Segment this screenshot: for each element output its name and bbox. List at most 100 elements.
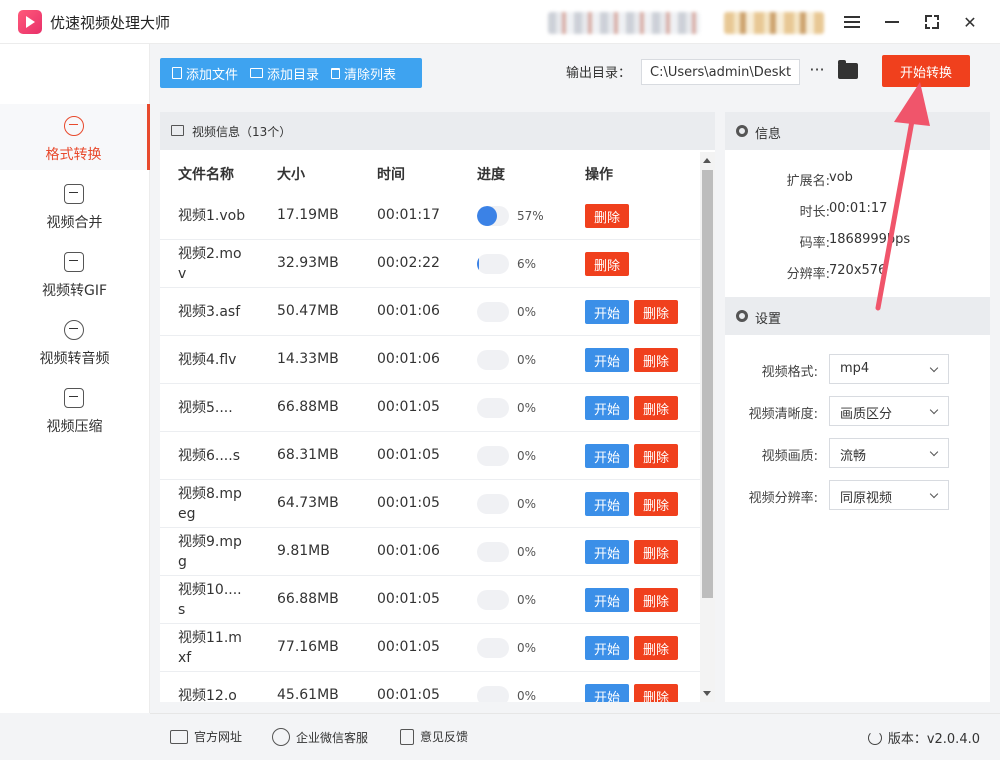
maximize-icon[interactable]: [920, 10, 944, 34]
scrollbar-thumb[interactable]: [702, 170, 713, 598]
output-dir-input[interactable]: [641, 59, 800, 85]
delete-button[interactable]: 删除: [634, 588, 678, 612]
table-row[interactable]: 视频9.mpg 9.81MB 00:01:06 0% 开始 删除: [160, 528, 700, 576]
table-row[interactable]: 视频3.asf 50.47MB 00:01:06 0% 开始 删除: [160, 288, 700, 336]
info-header: 信息: [725, 112, 990, 150]
resolution-select[interactable]: 同原视频: [829, 480, 949, 510]
clarity-select[interactable]: 画质区分: [829, 396, 949, 426]
progress-bar: [477, 254, 509, 274]
file-name: 视频2.mov: [178, 246, 242, 282]
compress-icon: [64, 388, 84, 408]
file-duration: 00:01:05: [377, 447, 440, 463]
chevron-down-icon: [929, 489, 939, 499]
chevron-down-icon: [929, 405, 939, 415]
start-button[interactable]: 开始: [585, 684, 629, 702]
delete-button[interactable]: 删除: [585, 204, 629, 228]
quality-label: 视频画质:: [761, 449, 818, 464]
table-row[interactable]: 视频4.flv 14.33MB 00:01:06 0% 开始 删除: [160, 336, 700, 384]
feedback-label: 意见反馈: [420, 730, 469, 744]
file-icon: [172, 67, 182, 79]
sidebar-item-merge[interactable]: 视频合并: [0, 172, 149, 238]
start-button[interactable]: 开始: [585, 348, 629, 372]
file-duration: 00:02:22: [377, 255, 440, 271]
file-duration: 00:01:05: [377, 399, 440, 415]
user-account-blurred[interactable]: [548, 12, 700, 34]
start-button[interactable]: 开始: [585, 492, 629, 516]
delete-button[interactable]: 删除: [634, 636, 678, 660]
start-button[interactable]: 开始: [585, 444, 629, 468]
quality-select[interactable]: 流畅: [829, 438, 949, 468]
delete-button[interactable]: 删除: [634, 396, 678, 420]
file-size: 9.81MB: [277, 543, 330, 559]
file-size: 66.88MB: [277, 399, 339, 415]
minimize-icon[interactable]: [880, 10, 904, 34]
start-button[interactable]: 开始: [585, 588, 629, 612]
sidebar-item-label: 视频转音频: [39, 351, 110, 367]
start-button[interactable]: 开始: [585, 300, 629, 324]
delete-button[interactable]: 删除: [634, 684, 678, 702]
sidebar-item-label: 格式转换: [45, 147, 102, 163]
table-row[interactable]: 视频1.vob 17.19MB 00:01:17 57% 删除: [160, 192, 700, 240]
table-row[interactable]: 视频8.mpeg 64.73MB 00:01:05 0% 开始 删除: [160, 480, 700, 528]
delete-button[interactable]: 删除: [634, 540, 678, 564]
sidebar-item-format-convert[interactable]: 格式转换: [0, 104, 150, 170]
open-folder-icon[interactable]: [838, 60, 858, 79]
start-button[interactable]: 开始: [585, 396, 629, 420]
progress-percent: 6%: [517, 257, 537, 271]
sidebar-item-label: 视频转GIF: [41, 283, 108, 299]
wechat-icon: [272, 728, 290, 746]
delete-button[interactable]: 删除: [634, 300, 678, 324]
table-row[interactable]: 视频11.mxf 77.16MB 00:01:05 0% 开始 删除: [160, 624, 700, 672]
user-vip-blurred[interactable]: [724, 12, 824, 34]
image-icon: [171, 125, 184, 136]
file-name: 视频11.mxf: [178, 630, 242, 666]
sidebar-item-compress[interactable]: 视频压缩: [0, 376, 149, 442]
start-button[interactable]: 开始: [585, 540, 629, 564]
progress-percent: 0%: [517, 353, 537, 367]
gear-icon: [736, 125, 748, 137]
delete-button[interactable]: 删除: [634, 444, 678, 468]
table-row[interactable]: 视频12.o 45.61MB 00:01:05 0% 开始 删除: [160, 672, 700, 702]
wechat-service-link[interactable]: 企业微信客服: [272, 728, 368, 746]
progress-bar: [477, 446, 509, 466]
scroll-down-icon[interactable]: [703, 691, 711, 696]
chevron-down-icon: [929, 447, 939, 457]
delete-button[interactable]: 删除: [634, 348, 678, 372]
sidebar-item-audio[interactable]: 视频转音频: [0, 308, 149, 374]
file-duration: 00:01:05: [377, 591, 440, 607]
feedback-link[interactable]: 意见反馈: [400, 728, 468, 745]
delete-button[interactable]: 删除: [585, 252, 629, 276]
table-row[interactable]: 视频5.... 66.88MB 00:01:05 0% 开始 删除: [160, 384, 700, 432]
browse-more-button[interactable]: ···: [808, 59, 826, 85]
format-select[interactable]: mp4: [829, 354, 949, 384]
table-row[interactable]: 视频2.mov 32.93MB 00:02:22 6% 删除: [160, 240, 700, 288]
resolution-value: 720x576: [829, 263, 887, 278]
progress-fill: [477, 254, 479, 274]
progress-bar: [477, 638, 509, 658]
add-directory-button[interactable]: 添加目录: [244, 58, 325, 88]
table-row[interactable]: 视频10....s 66.88MB 00:01:05 0% 开始 删除: [160, 576, 700, 624]
clear-list-button[interactable]: 清除列表: [325, 58, 402, 88]
scroll-up-icon[interactable]: [703, 158, 711, 163]
video-list-panel: 视频信息（13个） 文件名称 大小 时间 进度 操作 视频1.vob 17.19M…: [160, 112, 715, 702]
folder-icon: [250, 68, 264, 78]
close-icon[interactable]: ✕: [958, 10, 982, 34]
progress-bar: [477, 350, 509, 370]
col-header-progress: 进度: [477, 167, 505, 183]
progress-percent: 0%: [517, 449, 537, 463]
file-duration: 00:01:06: [377, 351, 440, 367]
format-convert-icon: [64, 116, 84, 136]
sidebar-item-gif[interactable]: 视频转GIF: [0, 240, 149, 306]
file-duration: 00:01:06: [377, 303, 440, 319]
menu-icon[interactable]: [840, 10, 864, 34]
start-button[interactable]: 开始: [585, 636, 629, 660]
add-file-button[interactable]: 添加文件: [160, 58, 244, 88]
delete-button[interactable]: 删除: [634, 492, 678, 516]
resolution-setting-label: 视频分辨率:: [748, 491, 818, 506]
website-link[interactable]: 官方网址: [170, 728, 242, 745]
output-dir-label: 输出目录：: [566, 66, 632, 81]
file-duration: 00:01:06: [377, 543, 440, 559]
refresh-icon[interactable]: [867, 730, 882, 745]
table-row[interactable]: 视频6....s 68.31MB 00:01:05 0% 开始 删除: [160, 432, 700, 480]
start-convert-button[interactable]: 开始转换: [882, 55, 970, 87]
